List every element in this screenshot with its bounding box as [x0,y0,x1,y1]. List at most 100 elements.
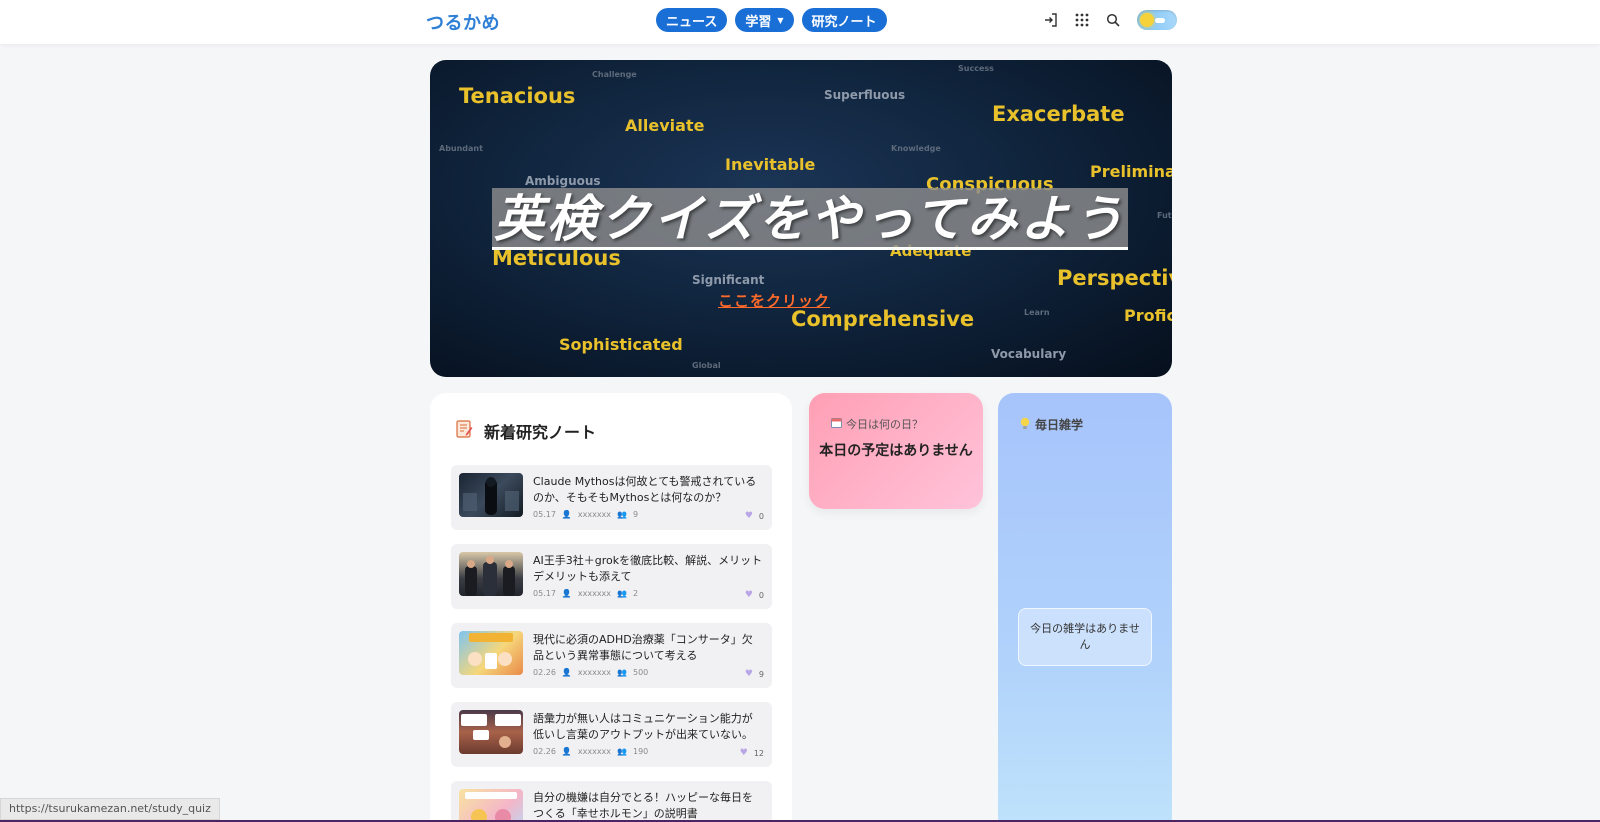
hero-word: Learn [1024,308,1050,317]
nav-study-dropdown[interactable]: 学習 ▼ [735,8,794,32]
note-views: 9 [632,510,639,519]
hero-word: Challenge [592,70,637,79]
note-item[interactable]: AI王手3社＋grokを徹底比較、解説、メリットデメリットも添えて 05.17 … [451,544,772,609]
heart-icon: ♥ [744,590,753,600]
notes-title: 新着研究ノート [484,423,597,442]
views-icon: 👥 [617,747,627,756]
hero-word: Tenacious [459,84,576,108]
hero-word: Perspective [1057,266,1172,290]
hero-word: Ambiguous [525,174,601,188]
note-views: 190 [632,747,649,756]
hero-word: Vocabulary [991,347,1067,361]
heart-icon: ♥ [744,669,753,679]
apps-grid-icon[interactable] [1075,13,1089,27]
site-header: つるかめ ニュース 学習 ▼ 研究ノート [0,0,1600,44]
user-icon: 👤 [561,510,572,519]
trivia-label-text: 毎日雑学 [1035,418,1084,432]
note-item[interactable]: Claude Mythosは何故とても警戒されているのか、そもそもMythosと… [451,465,772,530]
daily-trivia-card: 毎日雑学 今日の雑学はありません [998,393,1172,822]
hero-word: Success [958,64,994,73]
trivia-message: 今日の雑学はありません [1018,608,1152,666]
trivia-label: 毎日雑学 [1020,416,1083,433]
main-nav: ニュース 学習 ▼ 研究ノート [656,8,887,32]
note-meta: 05.17 👤 xxxxxxx 👥 2 [533,589,638,598]
hero-word: Fut [1157,211,1172,220]
nav-study-label: 学習 [745,14,772,30]
note-author: xxxxxxx [577,747,612,756]
note-date: 02.26 [533,747,556,756]
views-icon: 👥 [617,589,627,598]
user-icon: 👤 [561,747,572,756]
theme-toggle[interactable] [1137,10,1177,30]
note-thumbnail [459,710,523,754]
hero-word: Proficient [1124,306,1172,325]
lightbulb-icon [1020,417,1030,433]
note-like-count: 0 [758,511,764,521]
note-thumbnail [459,552,523,596]
note-thumbnail [459,473,523,517]
hero-word: Alleviate [625,116,705,135]
nav-news-label: ニュース [666,14,718,30]
user-icon: 👤 [561,668,572,677]
note-views: 500 [632,668,649,677]
hero-word: Knowledge [891,144,941,153]
quiz-hero-banner[interactable]: Tenacious Challenge Superfluous Success … [430,60,1172,377]
note-title: AI王手3社＋grokを徹底比較、解説、メリットデメリットも添えて [533,554,763,583]
note-likes: ♥ 9 [745,669,764,679]
hero-word: Significant [692,273,765,287]
note-likes: ♥ 0 [745,590,764,600]
note-item[interactable]: 自分の機嫌は自分でとる！ハッピーな毎日をつくる「幸せホルモン」の説明書 [451,781,772,822]
heart-icon: ♥ [744,511,753,521]
note-like-count: 9 [758,669,764,679]
link-status-bar: https://tsurukamezan.net/study_quiz [0,798,220,820]
user-icon: 👤 [561,589,572,598]
note-item[interactable]: 現代に必須のADHD治療薬「コンサータ」欠品という異常事態について考える 02.… [451,623,772,688]
hero-word: Global [692,361,721,370]
login-icon[interactable] [1044,13,1058,27]
hero-click-link[interactable]: ここをクリック [718,290,830,311]
site-logo[interactable]: つるかめ [426,9,500,35]
note-like-count: 0 [758,590,764,600]
header-actions [1044,10,1177,30]
heart-icon: ♥ [739,748,748,758]
hero-word: Exacerbate [992,102,1125,126]
views-icon: 👥 [617,510,627,519]
today-label: 今日は何の日？ [831,416,923,432]
new-research-notes-card: 新着研究ノート Claude Mythosは何故とても警戒されているのか、そもそ… [430,393,792,822]
today-message: 本日の予定はありません [819,443,973,459]
search-icon[interactable] [1106,13,1120,27]
calendar-icon [831,417,842,431]
note-date: 05.17 [533,589,556,598]
hero-word: Preliminary [1090,162,1172,181]
note-title: 現代に必須のADHD治療薬「コンサータ」欠品という異常事態について考える [533,633,753,662]
notes-header: 新着研究ノート [454,419,596,443]
note-meta: 02.26 👤 xxxxxxx 👥 190 [533,747,648,756]
note-like-count: 12 [753,748,764,758]
note-author: xxxxxxx [577,510,612,519]
note-author: xxxxxxx [577,668,612,677]
views-icon: 👥 [617,668,627,677]
hero-word: Superfluous [824,88,906,102]
cloud-icon [1155,18,1165,23]
sun-icon [1140,13,1154,27]
hero-title: 英検クイズをやってみよう [492,188,1128,250]
note-title: 自分の機嫌は自分でとる！ハッピーな毎日をつくる「幸せホルモン」の説明書 [533,791,753,820]
memo-icon [454,419,474,443]
note-meta: 05.17 👤 xxxxxxx 👥 9 [533,510,638,519]
hero-word: Inevitable [725,155,816,174]
note-meta: 02.26 👤 xxxxxxx 👥 500 [533,668,648,677]
note-thumbnail [459,631,523,675]
nav-research-notes-label: 研究ノート [811,14,877,30]
note-title: Claude Mythosは何故とても警戒されているのか、そもそもMythosと… [533,475,757,504]
caret-down-icon: ▼ [777,15,784,25]
nav-news-button[interactable]: ニュース [656,8,728,32]
nav-research-notes-button[interactable]: 研究ノート [801,8,887,32]
note-title: 語彙力が無い人はコミュニケーション能力が低いし言葉のアウトプットが出来ていない。… [533,712,753,741]
note-thumbnail [459,789,523,822]
note-item[interactable]: 語彙力が無い人はコミュニケーション能力が低いし言葉のアウトプットが出来ていない。… [451,702,772,767]
hero-word: Sophisticated [559,335,683,354]
note-likes: ♥ 12 [740,748,764,758]
note-date: 02.26 [533,668,556,677]
today-label-text: 今日は何の日？ [846,418,923,431]
hero-word: Abundant [439,144,483,153]
